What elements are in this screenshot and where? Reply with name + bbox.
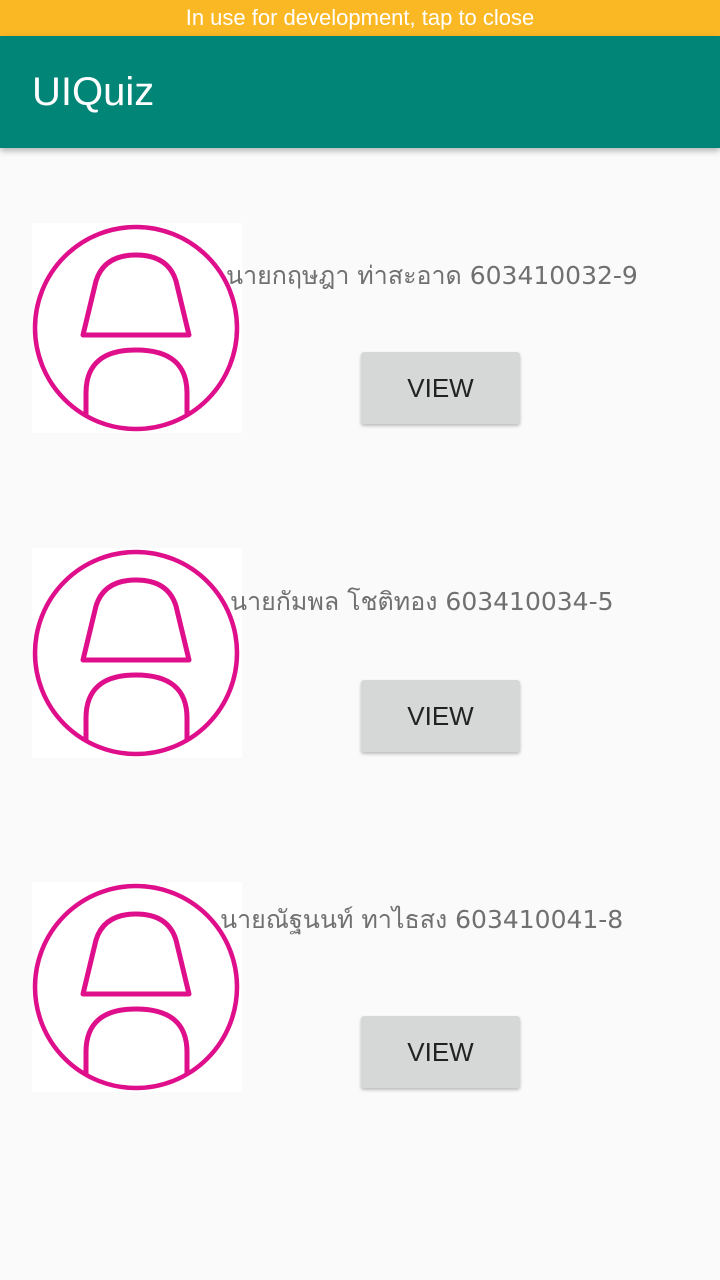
view-button[interactable]: VIEW [361,1016,520,1088]
student-list: นายกฤษฎา ท่าสะอาด 603410032-9 VIEW นายกั… [0,148,720,1280]
dev-banner[interactable]: In use for development, tap to close [0,0,720,36]
dev-banner-text: In use for development, tap to close [185,5,535,30]
student-name: นายกฤษฎา ท่าสะอาด 603410032-9 [226,261,638,290]
view-button[interactable]: VIEW [361,680,520,752]
app-bar: UIQuiz [0,36,720,148]
student-name: นายกัมพล โชติทอง 603410034-5 [230,587,614,616]
person-outline-icon [32,548,242,758]
person-outline-icon [32,882,242,1092]
view-button[interactable]: VIEW [361,352,520,424]
student-name: นายณัฐนนท์ ทาไธสง 603410041-8 [220,905,624,934]
person-outline-icon [32,223,242,433]
app-title: UIQuiz [32,69,155,114]
